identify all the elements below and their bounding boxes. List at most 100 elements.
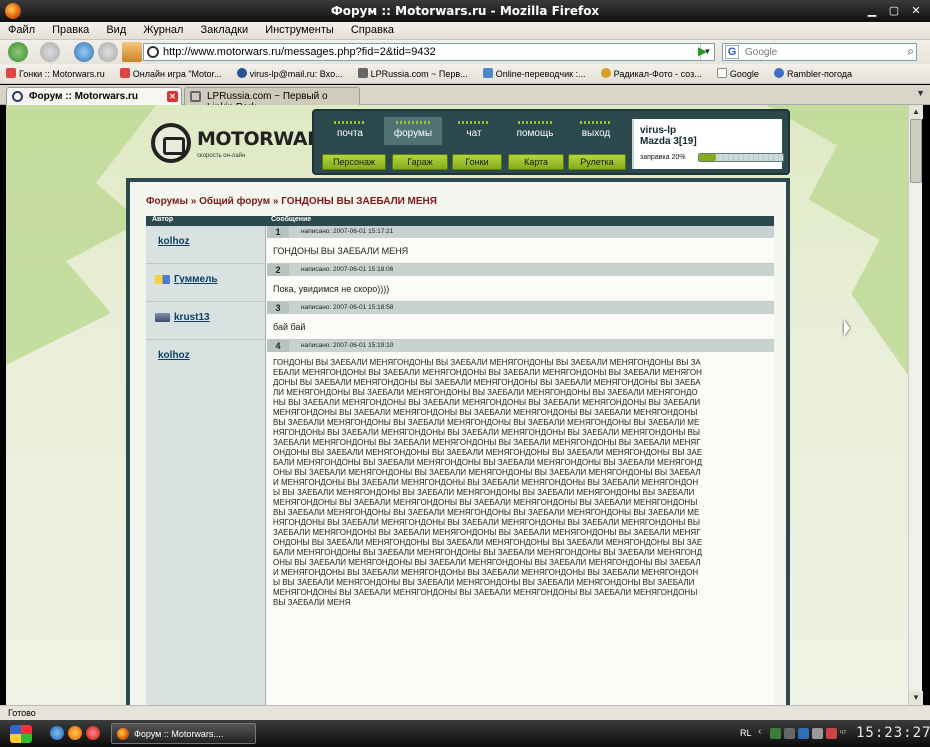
bookmark-item[interactable]: Гонки :: Motorwars.ru [0,64,111,79]
menu-bar: Файл Правка Вид Журнал Закладки Инструме… [0,22,930,40]
site-favicon-icon [147,46,159,58]
firefox-quicklaunch-icon[interactable] [68,726,82,740]
bookmark-item[interactable]: Google [711,64,765,79]
post-text: бай бай [273,322,306,332]
breadcrumb: Форумы » Общий форум » ГОНДОНЫ ВЫ ЗАЕБАЛ… [146,196,437,207]
user-info-box: virus-lp Mazda 3[19] заправка 20% [632,119,784,169]
home-icon[interactable] [122,42,142,62]
post-row: kolhoz 1 написано: 2007-06-01 15:17:21 Г… [146,226,774,264]
nav-mail[interactable]: почта [322,117,378,145]
fuel-progress-bar [698,153,784,162]
mouse-cursor-icon [844,320,850,336]
menu-history[interactable]: Журнал [135,22,189,36]
post-author-cell: kolhoz [146,340,266,705]
search-input[interactable] [745,45,885,59]
subnav-map[interactable]: Карта [508,154,564,170]
breadcrumb-separator: » [190,196,197,207]
search-bar[interactable]: G ⌕ [722,43,917,61]
column-author: Автор [152,216,174,223]
taskbar-item-firefox[interactable]: Форум :: Motorwars.... [111,723,256,744]
subnav-character[interactable]: Персонаж [322,154,386,170]
bookmark-favicon-icon [119,68,130,78]
user-name[interactable]: virus-lp [640,125,676,136]
subnav-races[interactable]: Гонки [452,154,502,170]
post-author-link[interactable]: Гуммель [174,274,218,285]
fuel-progress-fill [699,154,716,161]
menu-edit[interactable]: Правка [44,22,95,36]
nav-logout[interactable]: выход [568,117,624,145]
bookmark-item[interactable]: Онлайн игра "Motor... [114,64,228,79]
scroll-up-icon[interactable]: ▲ [909,105,923,119]
fuel-label: заправка 20% [640,154,686,161]
subnav-garage[interactable]: Гараж [392,154,448,170]
reload-icon[interactable] [74,42,94,62]
breadcrumb-forums-link[interactable]: Форумы [146,196,188,207]
menu-file[interactable]: Файл [0,22,41,36]
tray-app-icon[interactable] [798,728,809,739]
scroll-thumb[interactable] [910,119,922,183]
tray-network-icon[interactable] [826,728,837,739]
user-car[interactable]: Mazda 3[19] [640,136,697,147]
language-indicator[interactable]: RL [740,728,752,738]
menu-help[interactable]: Справка [343,22,400,36]
search-engine-icon[interactable]: G [725,45,739,59]
post-author-link[interactable]: kolhoz [158,236,190,247]
bookmark-item[interactable]: Радикал-Фото - coз... [595,64,708,79]
ie-quicklaunch-icon[interactable] [50,726,64,740]
tab-list-dropdown-icon[interactable]: ▼ [916,88,925,98]
url-bar[interactable]: ▼ [143,43,715,61]
post-number: 1 [267,226,289,238]
posts-table-header: Автор Сообщение [146,216,774,226]
url-input[interactable] [163,45,683,59]
tab-lprussia[interactable]: LPRussia.com ~ Первый о Linkin Park ... [184,87,360,113]
tab-forum[interactable]: Форум :: Motorwars.ru ✕ [6,87,182,105]
tab-favicon-icon [12,91,23,102]
user-badge-icon [155,275,170,284]
back-icon[interactable] [8,42,28,62]
page-scrollbar[interactable]: ▲ ▼ [908,105,923,705]
bookmark-item[interactable]: virus-lp@mail.ru: Вхо... [231,64,349,79]
tray-app-icon[interactable] [784,728,795,739]
search-icon[interactable]: ⌕ [907,44,914,59]
post-date: написано: 2007-06-01 15:18:06 [301,266,394,273]
close-button[interactable]: ✕ [906,3,926,19]
subnav-roulette[interactable]: Рулетка [568,154,626,170]
start-button[interactable] [10,725,32,743]
status-text: Готово [8,708,36,718]
post-author-link[interactable]: krust13 [174,312,210,323]
opera-quicklaunch-icon[interactable] [86,726,100,740]
post-header: 3 написано: 2007-06-01 15:18:58 [267,302,774,314]
maximize-button[interactable]: ▢ [884,3,904,19]
go-icon[interactable]: ▶ [698,44,712,58]
minimize-button[interactable]: ▁ [862,3,882,19]
menu-bookmarks[interactable]: Закладки [193,22,255,36]
tray-volume-icon[interactable] [812,728,823,739]
bookmark-item[interactable]: LPRussia.com ~ Перв... [352,64,474,79]
tab-bar: Форум :: Motorwars.ru ✕ LPRussia.com ~ П… [0,85,930,113]
forward-icon[interactable] [40,42,60,62]
bookmark-item[interactable]: Online-переводчик :... [477,64,592,79]
tab-favicon-icon [190,91,201,102]
close-tab-icon[interactable]: ✕ [167,91,178,102]
nav-help[interactable]: помощь [506,117,564,145]
day-of-week: ЧТ [840,730,847,736]
translator-icon [482,68,493,78]
nav-chat[interactable]: чат [446,117,502,145]
scroll-down-icon[interactable]: ▼ [909,691,923,705]
tray-app-icon[interactable] [770,728,781,739]
stop-icon[interactable] [98,42,118,62]
post-message-cell: 1 написано: 2007-06-01 15:17:21 ГОНДОНЫ … [267,226,774,264]
rambler-icon [773,68,784,78]
nav-forums[interactable]: форумы [384,117,442,145]
bookmark-item[interactable]: Rambler-погода [768,64,858,79]
menu-tools[interactable]: Инструменты [257,22,340,36]
menu-view[interactable]: Вид [98,22,132,36]
post-row: krust13 3 написано: 2007-06-01 15:18:58 … [146,302,774,340]
system-clock[interactable]: 15:23:27 [856,725,930,741]
tray-arrow-icon[interactable]: ‹ [758,726,769,737]
post-date: написано: 2007-06-01 15:17:21 [301,228,394,235]
post-number: 4 [267,340,289,352]
bookmark-favicon-icon [357,68,368,78]
post-author-link[interactable]: kolhoz [158,350,190,361]
breadcrumb-general-link[interactable]: Общий форум [199,196,270,207]
